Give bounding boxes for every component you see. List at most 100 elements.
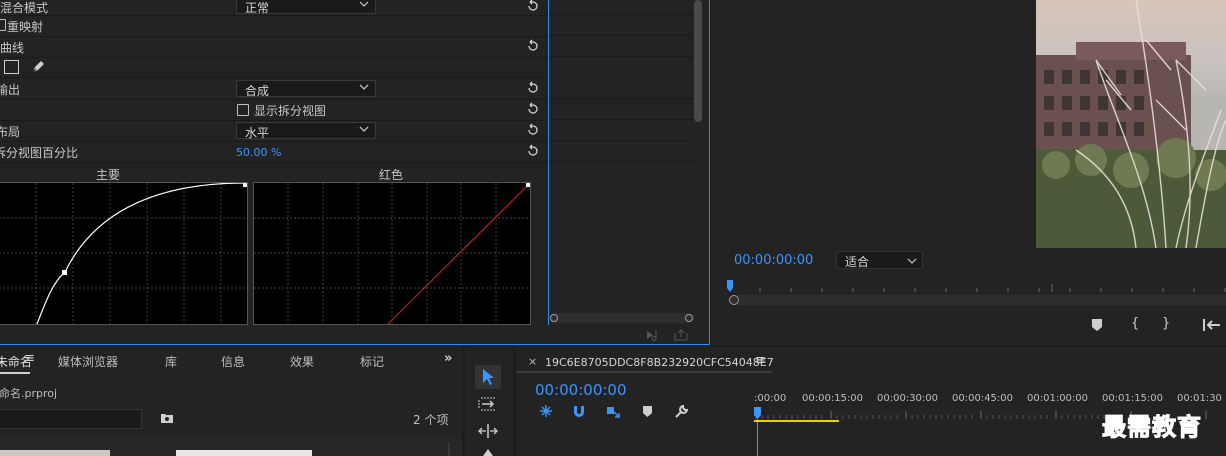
show-split-view-checkbox[interactable] xyxy=(237,104,249,116)
remap-label: 重映射 xyxy=(7,20,44,34)
clip-thumbnail[interactable] xyxy=(176,450,312,456)
search-input[interactable] xyxy=(0,409,142,429)
scrollbar-thumb[interactable] xyxy=(694,0,702,122)
ruler-label: 00:00:45:00 xyxy=(952,393,1014,404)
zoom-handle-left[interactable] xyxy=(550,314,558,322)
ruler-label: 00:00:30:00 xyxy=(877,393,939,404)
curve-end-point[interactable] xyxy=(526,183,530,187)
wrench-icon[interactable] xyxy=(674,404,689,419)
reset-icon[interactable] xyxy=(526,39,540,53)
mark-in-icon[interactable]: { xyxy=(1131,316,1139,331)
chevron-down-icon xyxy=(359,1,369,7)
video-preview[interactable] xyxy=(1036,0,1226,248)
blend-mode-dropdown[interactable]: 正常 xyxy=(236,0,376,15)
curve-control-point[interactable] xyxy=(62,270,67,275)
timeline-timecode[interactable]: 00:00:00:00 xyxy=(535,381,627,399)
razor-tool-icon[interactable] xyxy=(483,449,493,456)
panel-menu-icon[interactable]: ≡ xyxy=(755,353,766,368)
pen-icon[interactable] xyxy=(30,59,46,75)
curves-row: 曲线 xyxy=(0,37,548,58)
reset-icon[interactable] xyxy=(526,81,540,95)
selection-tool-icon[interactable] xyxy=(481,368,495,386)
fit-dropdown[interactable]: 适合 xyxy=(836,251,923,269)
ruler-label: :00:00 xyxy=(754,393,787,404)
playhead-icon[interactable] xyxy=(727,280,733,292)
layout-value: 水平 xyxy=(245,126,270,140)
panel-menu-icon[interactable]: ≡ xyxy=(24,351,35,366)
reset-icon[interactable] xyxy=(526,144,540,158)
zoom-scrollbar[interactable] xyxy=(549,313,694,323)
remap-row: 重映射 xyxy=(0,16,548,37)
close-icon[interactable]: × xyxy=(528,355,537,368)
ruler-label: 00:01:30 xyxy=(1177,393,1222,404)
layout-row: 布局 水平 xyxy=(0,121,548,142)
tools-panel xyxy=(465,347,513,456)
layout-dropdown[interactable]: 水平 xyxy=(236,122,376,140)
preview-image xyxy=(1036,0,1226,248)
vertical-scrollbar[interactable] xyxy=(693,0,703,125)
ruler-label: 00:01:00:00 xyxy=(1027,393,1089,404)
curve-red-title: 红色 xyxy=(379,168,404,182)
reset-icon[interactable] xyxy=(526,123,540,137)
red-curve-graph[interactable] xyxy=(253,182,531,325)
item-count: 2 个项 xyxy=(413,413,449,427)
curve-end-point[interactable] xyxy=(243,183,247,187)
playhead-icon[interactable] xyxy=(754,407,761,419)
mask-tools-row xyxy=(0,58,548,78)
blend-mode-row: 混合模式 正常 xyxy=(0,0,548,16)
linked-selection-icon[interactable] xyxy=(606,404,620,418)
clip-thumbnail[interactable] xyxy=(0,450,110,456)
reset-icon[interactable] xyxy=(526,102,540,116)
active-tab-indicator xyxy=(0,372,30,374)
split-percent-row: 拆分视图百分比 50.00 % xyxy=(0,142,548,163)
monitor-time-ruler[interactable] xyxy=(727,276,1226,296)
ec-timeline-divider xyxy=(548,0,549,325)
tab-markers[interactable]: 标记 xyxy=(360,353,384,370)
new-bin-icon[interactable] xyxy=(160,412,174,424)
work-area-bar[interactable] xyxy=(754,420,839,422)
fit-value: 适合 xyxy=(845,255,870,269)
rectangle-mask-icon[interactable] xyxy=(4,60,19,74)
main-curve-svg[interactable] xyxy=(0,182,247,325)
project-file-name: 未命名.prproj xyxy=(0,387,58,400)
output-label: 输出 xyxy=(0,83,21,97)
zoom-handle-left[interactable] xyxy=(729,295,739,305)
mark-out-icon[interactable]: } xyxy=(1162,316,1170,331)
output-dropdown[interactable]: 合成 xyxy=(236,80,376,98)
monitor-zoom-bar[interactable] xyxy=(729,295,1226,305)
export-icon[interactable] xyxy=(673,329,689,341)
chevron-down-icon xyxy=(907,258,917,264)
split-percent-value[interactable]: 50.00 % xyxy=(236,146,281,159)
ruler-label: 00:00:15:00 xyxy=(802,393,864,404)
zoom-handle-right[interactable] xyxy=(685,314,693,322)
tab-info[interactable]: 信息 xyxy=(221,353,245,370)
curve-main-title: 主要 xyxy=(96,168,121,182)
reset-icon[interactable] xyxy=(526,0,540,13)
ripple-edit-tool-icon[interactable] xyxy=(478,423,498,439)
red-curve-svg[interactable] xyxy=(254,183,530,325)
play-audio-icon[interactable] xyxy=(646,329,660,341)
curves-label: 曲线 xyxy=(0,41,25,55)
tab-libraries[interactable]: 库 xyxy=(165,353,177,370)
main-curve-graph[interactable] xyxy=(0,182,248,325)
split-view-row: 显示拆分视图 xyxy=(0,100,548,121)
show-split-view-label: 显示拆分视图 xyxy=(254,104,327,118)
sequence-tab[interactable]: 19C6E8705DDC8F8B232920CFC54048E7 xyxy=(545,356,774,369)
monitor-timecode[interactable]: 00:00:00:00 xyxy=(734,253,813,268)
chevron-down-icon xyxy=(359,84,369,90)
track-select-tool-icon[interactable] xyxy=(478,397,498,411)
add-marker-icon[interactable] xyxy=(642,405,653,418)
more-tabs-icon[interactable]: » xyxy=(444,351,452,366)
effect-controls-panel: 混合模式 正常 重映射 曲线 输出 合成 显示拆分视图 xyxy=(0,0,710,345)
remap-checkbox[interactable] xyxy=(0,19,6,31)
add-marker-icon[interactable] xyxy=(1091,318,1103,332)
snap-icon[interactable] xyxy=(572,404,586,418)
go-to-in-icon[interactable] xyxy=(1202,318,1222,332)
tab-effects[interactable]: 效果 xyxy=(290,353,314,370)
chevron-down-icon xyxy=(359,126,369,132)
blend-mode-label: 混合模式 xyxy=(0,1,49,15)
nest-icon[interactable] xyxy=(539,404,553,418)
blend-mode-value: 正常 xyxy=(245,1,270,15)
tab-media-browser[interactable]: 媒体浏览器 xyxy=(58,353,118,370)
split-percent-label: 拆分视图百分比 xyxy=(0,146,79,160)
